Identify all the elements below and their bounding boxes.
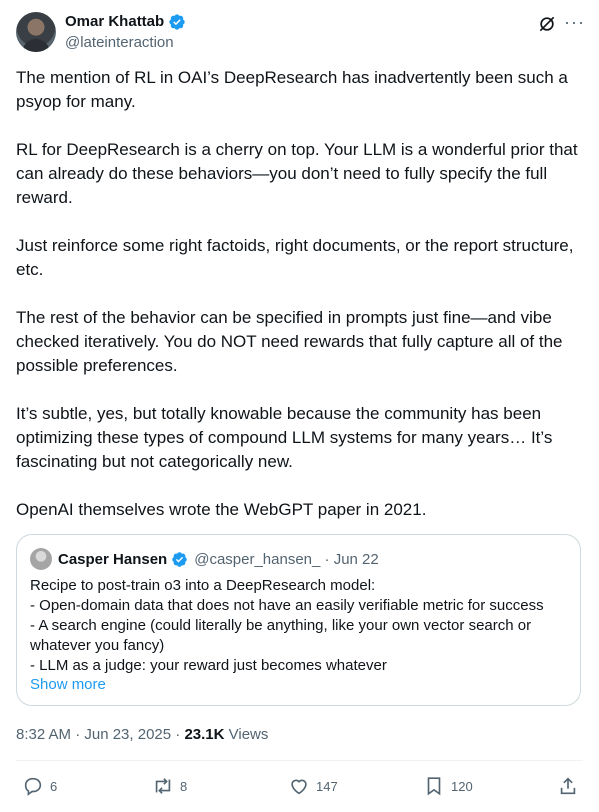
grok-icon[interactable] [537,14,557,34]
like-button[interactable]: 147 [288,775,338,797]
quoted-tweet-line: - A search engine (could literally be an… [30,617,532,654]
tweet-text: The mention of RL in OAI’s DeepResearch … [16,66,586,546]
bookmark-icon [427,777,441,796]
like-icon [291,779,307,795]
like-count: 147 [316,778,338,794]
show-more-link[interactable]: Show more [30,675,106,695]
reply-icon [24,777,42,796]
quoted-tweet-line: Recipe to post-train o3 into a DeepResea… [30,577,376,594]
reply-count: 6 [50,778,58,794]
divider [16,760,583,761]
retweet-icon [155,778,171,794]
quoted-tweet-line: - LLM as a judge: your reward just becom… [30,657,387,674]
reply-button[interactable]: 6 [22,775,57,797]
retweet-count: 8 [180,778,188,794]
tweet-meta: 8:32 AM · Jun 23, 2025 · 23.1K Views [16,725,268,745]
more-icon[interactable]: ··· [564,13,585,31]
views-count: 23.1K [184,726,225,743]
quoted-author-avatar [30,548,52,570]
share-button[interactable] [557,775,579,797]
tweet-timestamp[interactable]: 8:32 AM · Jun 23, 2025 · [16,726,184,743]
quoted-tweet-text: Recipe to post-train o3 into a DeepResea… [30,576,570,676]
quoted-author-meta: @casper_hansen_ · Jun 22 [194,550,379,568]
author-name[interactable]: Omar Khattab [65,12,164,32]
bookmark-count: 120 [451,778,473,794]
author-name-row: Omar Khattab [65,12,186,32]
retweet-button[interactable]: 8 [152,775,187,797]
verified-badge-icon [169,14,185,30]
tweet-paragraph: RL for DeepResearch is a cherry on top. … [16,140,578,207]
tweet-paragraph: The rest of the behavior can be specifie… [16,308,563,375]
quoted-tweet-line: - Open-domain data that does not have an… [30,597,544,614]
tweet-paragraph: It’s subtle, yes, but totally knowable b… [16,404,553,471]
tweet-paragraph: Just reinforce some right factoids, righ… [16,236,574,279]
tweet-paragraph: The mention of RL in OAI’s DeepResearch … [16,68,568,111]
verified-badge-icon [172,551,187,567]
quoted-tweet-header: Casper Hansen @casper_hansen_ · Jun 22 [30,548,379,570]
quoted-author-name: Casper Hansen [58,550,168,568]
author-handle[interactable]: @lateinteraction [65,33,174,53]
author-avatar[interactable] [16,12,56,52]
tweet-header: Omar Khattab @lateinteraction ··· [16,12,585,56]
quoted-tweet[interactable]: Casper Hansen @casper_hansen_ · Jun 22 R… [16,534,581,706]
bookmark-button[interactable]: 120 [423,775,473,797]
share-icon [560,777,576,795]
views-label: Views [224,726,269,743]
tweet-paragraph: OpenAI themselves wrote the WebGPT paper… [16,500,427,519]
